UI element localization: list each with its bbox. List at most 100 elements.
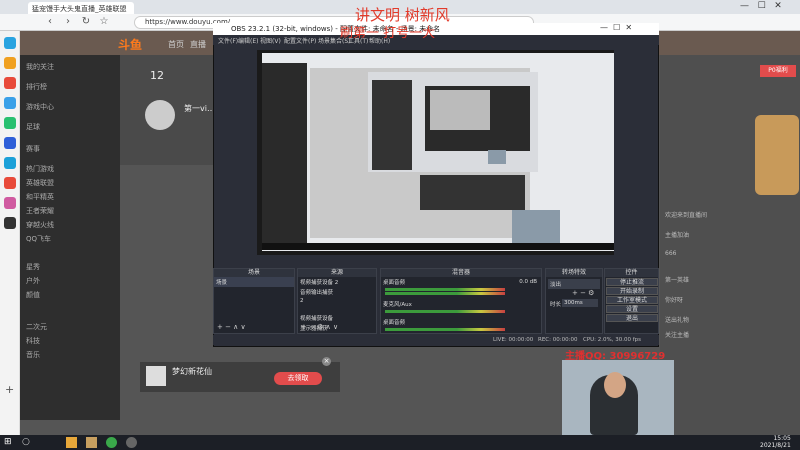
anchor-name: 第一vi…	[184, 104, 215, 113]
sidebar-item[interactable]: 王者荣耀	[26, 206, 54, 216]
sidebar-item[interactable]: 颜值	[26, 290, 40, 300]
sidebar-item[interactable]: 热门游戏	[26, 164, 54, 174]
sidebar-item[interactable]: 排行榜	[26, 82, 47, 92]
nav-link-live[interactable]: 直播	[190, 39, 206, 50]
app-icon[interactable]	[4, 77, 16, 89]
minimize-icon[interactable]: —	[740, 1, 749, 11]
sidebar-item[interactable]: 游戏中心	[26, 102, 54, 112]
sidebar-item[interactable]: 我的关注	[26, 62, 54, 72]
menu-profile[interactable]: 配置文件(P)	[284, 36, 316, 45]
app-icon[interactable]	[4, 37, 16, 49]
chat-message: 666	[665, 250, 677, 257]
sidebar-item[interactable]: 足球	[26, 122, 40, 132]
preview-capture-sidebar	[262, 63, 307, 243]
gift-name: 梦幻新花仙	[172, 367, 212, 376]
anchor-avatar[interactable]	[145, 100, 175, 130]
source-item[interactable]: 视频捕获设备	[298, 313, 376, 323]
preview-nested-obs-canvas	[430, 90, 490, 130]
transition-toolbar[interactable]: + − ⚙	[572, 289, 594, 297]
mixer-channel-db: 0.0 dB	[519, 279, 537, 285]
cpu-status: CPU: 2.0%, 30.00 fps	[583, 337, 642, 343]
sidebar-item[interactable]: 科技	[26, 336, 40, 346]
stop-streaming-button[interactable]: 停止推流	[606, 278, 658, 286]
maximize-icon[interactable]: ☐	[758, 1, 766, 11]
volume-slider[interactable]	[385, 292, 505, 295]
sidebar-item[interactable]: QQ飞车	[26, 234, 51, 244]
dock-title: 来源	[298, 269, 376, 277]
live-status: LIVE: 00:00:00	[493, 337, 534, 343]
source-item[interactable]: 视频捕获设备 2	[298, 277, 376, 287]
duration-input[interactable]: 300ms	[562, 299, 598, 307]
app-icon[interactable]	[4, 57, 16, 69]
star-icon[interactable]: ☆	[98, 16, 110, 28]
app-icon[interactable]	[4, 177, 16, 189]
preview-nested-mixer	[420, 175, 525, 210]
scene-toolbar[interactable]: + − ∧ ∨	[217, 323, 246, 331]
app-icon[interactable]	[4, 217, 16, 229]
settings-button[interactable]: 设置	[606, 305, 658, 313]
chat-message: 关注主播	[665, 332, 690, 339]
back-icon[interactable]: ‹	[44, 16, 56, 28]
search-icon[interactable]: ○	[22, 437, 33, 448]
volume-slider[interactable]	[385, 328, 505, 331]
anchor-card: 12 第一vi…	[120, 55, 215, 165]
douyu-logo[interactable]: 斗鱼	[118, 36, 142, 53]
app-icon[interactable]	[4, 117, 16, 129]
overlay-slogan-2: 刷第一 打号一大	[340, 26, 436, 41]
promo-badge[interactable]: P0福利	[760, 65, 796, 77]
close-icon[interactable]: ✕	[774, 1, 782, 11]
window-controls[interactable]: — ☐ ✕	[740, 1, 782, 11]
exit-button[interactable]: 退出	[606, 314, 658, 322]
source-toolbar[interactable]: + − ⚙ ∧ ∨	[301, 323, 338, 331]
transition-select[interactable]: 淡出	[548, 279, 600, 289]
preview-nested-webcam	[488, 150, 506, 164]
scenes-dock: 场景 场景 + − ∧ ∨	[213, 268, 295, 334]
app-icon[interactable]	[4, 157, 16, 169]
close-icon[interactable]: ×	[322, 357, 331, 366]
sidebar-item[interactable]: 穿越火线	[26, 220, 54, 230]
app-icon[interactable]	[4, 97, 16, 109]
taskbar-app-icon[interactable]	[66, 437, 77, 448]
taskbar-obs-icon[interactable]	[126, 437, 137, 448]
sidebar-item[interactable]: 和平精英	[26, 192, 54, 202]
dock-title: 场景	[214, 269, 294, 277]
volume-slider[interactable]	[385, 310, 505, 313]
studio-mode-button[interactable]: 工作室模式	[606, 296, 658, 304]
windows-start-icon[interactable]: ⊞	[4, 437, 15, 448]
chat-panel: P0福利	[660, 55, 800, 435]
app-icon[interactable]	[4, 137, 16, 149]
claim-gift-button[interactable]: 去领取	[274, 372, 322, 385]
menu-edit[interactable]: 编辑(E)	[238, 36, 258, 45]
anchor-count: 12	[150, 69, 164, 82]
menu-file[interactable]: 文件(F)	[218, 36, 238, 45]
obs-window-controls[interactable]: — ☐ ✕	[600, 23, 632, 32]
browser-tab[interactable]: 猛宠馒手大头鬼直播_英雄联盟	[28, 2, 134, 14]
chat-message: 主播加油	[665, 232, 690, 239]
nav-link-home[interactable]: 首页	[168, 39, 184, 50]
menu-view[interactable]: 视图(V)	[260, 36, 281, 45]
windows-taskbar	[0, 435, 800, 450]
taskbar-app-icon[interactable]	[86, 437, 97, 448]
sidebar-item[interactable]: 星秀	[26, 262, 40, 272]
clock-date: 2021/8/21	[760, 441, 791, 449]
scene-item[interactable]: 场景	[214, 277, 294, 287]
promo-banner[interactable]	[755, 115, 799, 195]
forward-icon[interactable]: ›	[62, 16, 74, 28]
sidebar-item[interactable]: 英雄联盟	[26, 178, 54, 188]
source-item[interactable]: 2	[298, 297, 376, 305]
app-icon[interactable]	[4, 197, 16, 209]
mixer-channel-name: 桌面音频	[383, 320, 406, 326]
streamer-face	[604, 372, 626, 398]
refresh-icon[interactable]: ↻	[80, 16, 92, 28]
sidebar-item[interactable]: 户外	[26, 276, 40, 286]
sidebar-item[interactable]: 二次元	[26, 322, 47, 332]
taskbar-app-icon[interactable]	[106, 437, 117, 448]
add-icon[interactable]: +	[5, 383, 14, 396]
start-recording-button[interactable]: 开始录制	[606, 287, 658, 295]
chat-message: 你好呀	[665, 297, 684, 304]
browser-side-toolbar: +	[0, 31, 20, 435]
source-item[interactable]: 音频输出捕获	[298, 287, 376, 297]
sidebar-item[interactable]: 音乐	[26, 350, 40, 360]
obs-status-bar: LIVE: 00:00:00 REC: 00:00:00 CPU: 2.0%, …	[213, 335, 659, 345]
sidebar-item[interactable]: 赛事	[26, 144, 40, 154]
